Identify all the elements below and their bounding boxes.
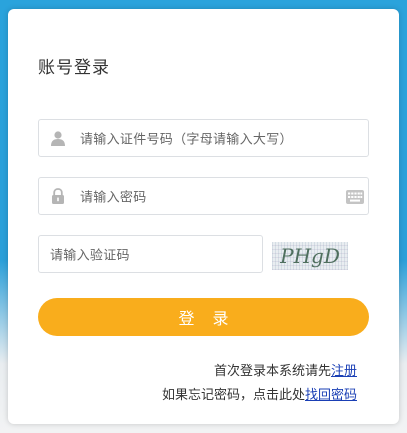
- recover-password-link[interactable]: 找回密码: [305, 388, 357, 403]
- id-number-input[interactable]: 请输入证件号码（字母请输入大写）: [38, 119, 369, 157]
- first-login-text: 首次登录本系统请先: [213, 364, 331, 379]
- captcha-placeholder: 请输入验证码: [50, 248, 130, 264]
- password-input[interactable]: 请输入密码: [38, 177, 369, 215]
- login-card: 账号登录 请输入证件号码（字母请输入大写） 请输入密码 请输入验证码 PHgD …: [8, 9, 399, 424]
- captcha-text: PHgD: [280, 244, 340, 268]
- captcha-image[interactable]: PHgD: [272, 242, 348, 270]
- captcha-input[interactable]: 请输入验证码: [38, 235, 263, 273]
- keyboard-icon[interactable]: [346, 189, 364, 204]
- id-number-placeholder: 请输入证件号码（字母请输入大写）: [80, 132, 293, 148]
- register-row: 首次登录本系统请先注册: [214, 360, 357, 379]
- forgot-password-text: 如果忘记密码，点击此处: [161, 388, 305, 403]
- user-icon: [49, 129, 67, 147]
- register-link[interactable]: 注册: [331, 364, 357, 379]
- password-placeholder: 请输入密码: [80, 190, 147, 206]
- login-button-label: 登录: [178, 309, 247, 328]
- login-button[interactable]: 登录: [38, 298, 369, 336]
- recover-row: 如果忘记密码，点击此处找回密码: [162, 384, 357, 403]
- lock-icon: [49, 187, 67, 205]
- login-title: 账号登录: [38, 58, 110, 78]
